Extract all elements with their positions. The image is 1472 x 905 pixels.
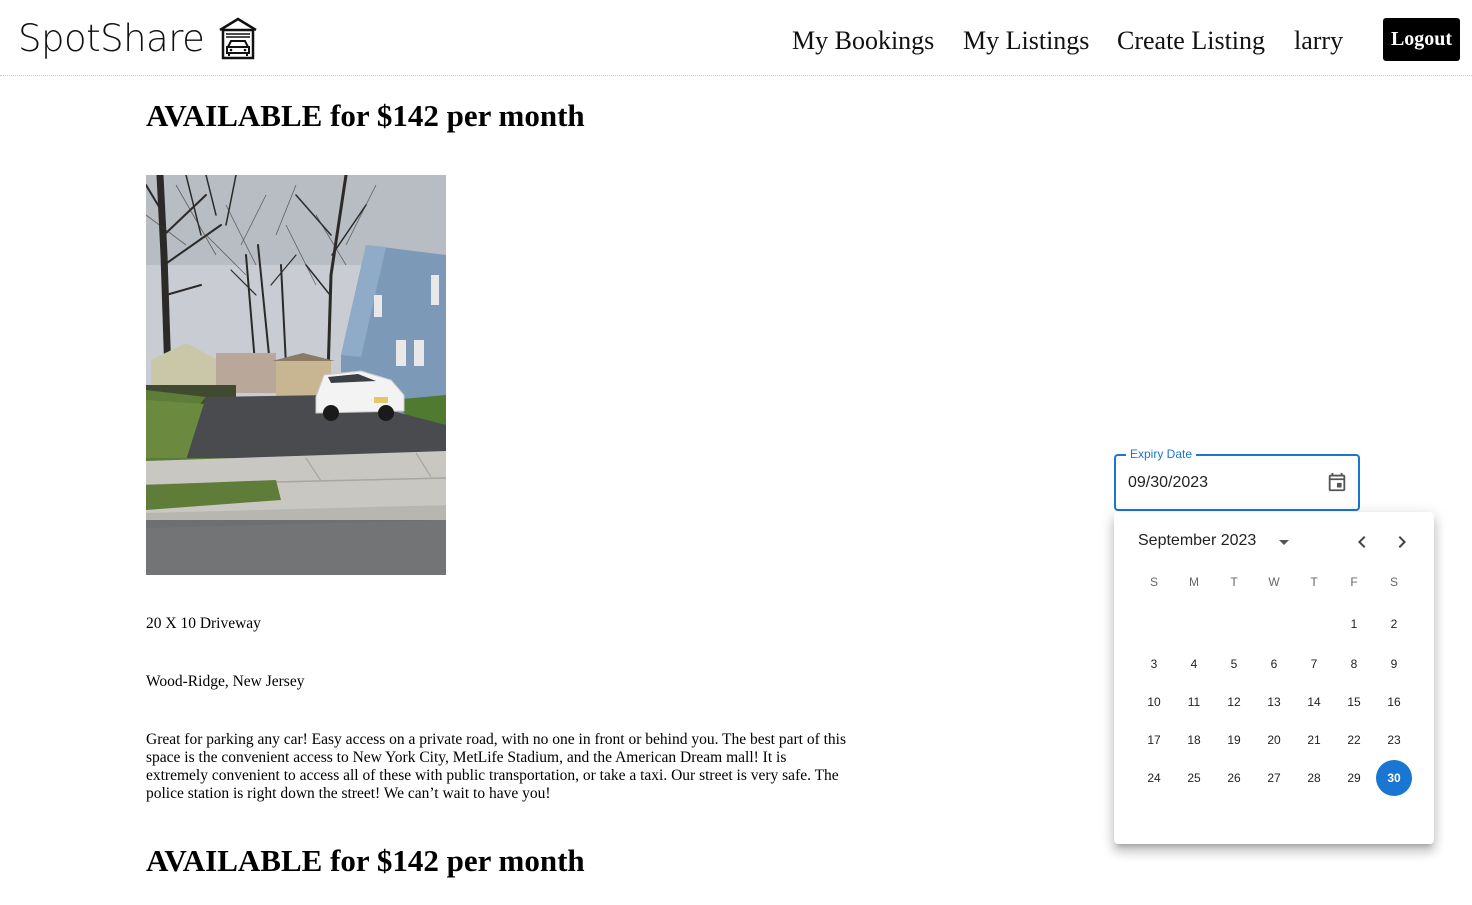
weekday-header: T bbox=[1230, 575, 1238, 589]
listing-description: Great for parking any car! Easy access o… bbox=[146, 731, 847, 802]
calendar-day[interactable]: 25 bbox=[1176, 760, 1212, 796]
listing-price-heading: AVAILABLE for $142 per month bbox=[146, 98, 585, 133]
calendar-day[interactable]: 7 bbox=[1296, 646, 1332, 682]
calendar-day[interactable]: 18 bbox=[1176, 722, 1212, 758]
chevron-down-icon[interactable] bbox=[1272, 530, 1296, 554]
nav-my-bookings[interactable]: My Bookings bbox=[792, 26, 934, 56]
previous-month-icon[interactable] bbox=[1350, 530, 1374, 554]
expiry-date-input[interactable]: 09/30/2023 bbox=[1128, 474, 1208, 492]
listing-location: Wood-Ridge, New Jersey bbox=[146, 673, 305, 690]
garage-car-icon bbox=[219, 17, 258, 60]
calendar-day[interactable]: 14 bbox=[1296, 684, 1332, 720]
calendar-icon[interactable] bbox=[1326, 471, 1348, 493]
brand[interactable]: SpotShare bbox=[18, 12, 258, 64]
weekday-header: S bbox=[1389, 575, 1398, 589]
calendar-day[interactable]: 20 bbox=[1256, 722, 1292, 758]
brand-name[interactable]: SpotShare bbox=[18, 17, 205, 60]
calendar-day[interactable]: 8 bbox=[1336, 646, 1372, 682]
calendar-day[interactable]: 22 bbox=[1336, 722, 1372, 758]
weekday-header: F bbox=[1350, 575, 1358, 589]
calendar-day[interactable]: 1 bbox=[1336, 606, 1372, 642]
driveway-photo bbox=[146, 175, 446, 575]
weekday-header: T bbox=[1310, 575, 1318, 589]
nav-create-listing[interactable]: Create Listing bbox=[1117, 26, 1265, 56]
weekday-header: S bbox=[1149, 575, 1158, 589]
calendar-day[interactable]: 5 bbox=[1216, 646, 1252, 682]
next-listing-price-heading: AVAILABLE for $142 per month bbox=[146, 843, 585, 878]
calendar-day[interactable]: 24 bbox=[1136, 760, 1172, 796]
calendar-day-selected[interactable]: 30 bbox=[1376, 760, 1412, 796]
calendar-day[interactable]: 28 bbox=[1296, 760, 1332, 796]
datepicker-popup: September 2023 SMTWTFS 1 2 3 4 5 6 7 8 9 10 11 12 13… bbox=[1114, 512, 1434, 844]
calendar-day[interactable]: 23 bbox=[1376, 722, 1412, 758]
expiry-date-label: Expiry Date bbox=[1126, 447, 1197, 461]
logout-button[interactable]: Logout bbox=[1383, 18, 1460, 61]
calendar-day[interactable]: 29 bbox=[1336, 760, 1372, 796]
calendar-day[interactable]: 11 bbox=[1176, 684, 1212, 720]
next-month-icon[interactable] bbox=[1390, 530, 1414, 554]
calendar-day[interactable]: 2 bbox=[1376, 606, 1412, 642]
app-header: SpotShare My Bookings My Listings Create… bbox=[0, 0, 1472, 76]
nav-my-listings[interactable]: My Listings bbox=[963, 26, 1089, 56]
weekday-header: M bbox=[1189, 575, 1199, 589]
nav-user-profile[interactable]: larry bbox=[1294, 26, 1343, 56]
driveway-photo-graphic bbox=[146, 175, 446, 575]
calendar-day[interactable]: 3 bbox=[1136, 646, 1172, 682]
calendar-day[interactable]: 15 bbox=[1336, 684, 1372, 720]
calendar-day[interactable]: 6 bbox=[1256, 646, 1292, 682]
calendar-day[interactable]: 4 bbox=[1176, 646, 1212, 682]
listing-size: 20 X 10 Driveway bbox=[146, 615, 261, 632]
calendar-day[interactable]: 19 bbox=[1216, 722, 1252, 758]
calendar-day[interactable]: 26 bbox=[1216, 760, 1252, 796]
weekday-header: W bbox=[1268, 575, 1280, 589]
calendar-day[interactable]: 13 bbox=[1256, 684, 1292, 720]
calendar-day[interactable]: 10 bbox=[1136, 684, 1172, 720]
calendar-day[interactable]: 21 bbox=[1296, 722, 1332, 758]
expiry-date-field[interactable]: Expiry Date 09/30/2023 bbox=[1114, 447, 1360, 511]
calendar-day[interactable]: 27 bbox=[1256, 760, 1292, 796]
calendar-day[interactable]: 17 bbox=[1136, 722, 1172, 758]
calendar-day[interactable]: 9 bbox=[1376, 646, 1412, 682]
month-year-label[interactable]: September 2023 bbox=[1138, 532, 1256, 550]
calendar-day[interactable]: 16 bbox=[1376, 684, 1412, 720]
calendar-day[interactable]: 12 bbox=[1216, 684, 1252, 720]
